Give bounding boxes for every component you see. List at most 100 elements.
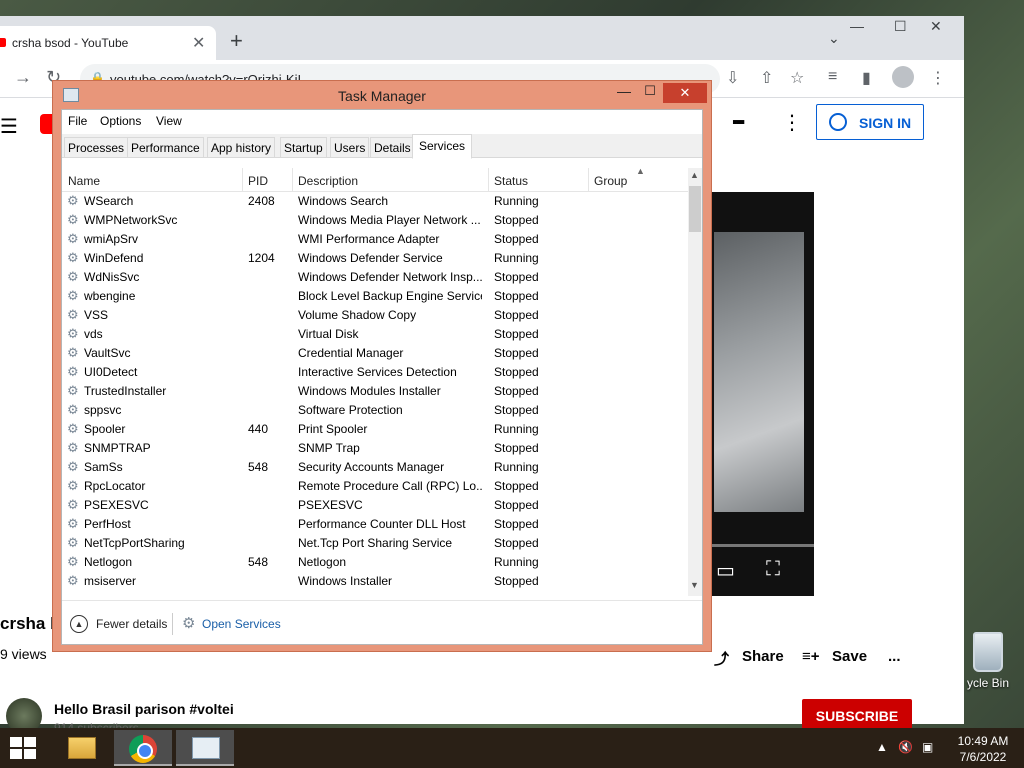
service-name: RpcLocator <box>84 479 146 493</box>
tab-close-icon[interactable]: ✕ <box>192 33 205 53</box>
save-icon[interactable]: ≡+ <box>802 648 820 665</box>
channel-name[interactable]: Hello Brasil parison #voltei <box>54 701 234 717</box>
menu-file[interactable]: File <box>68 114 87 128</box>
table-row[interactable]: ⚙ Spooler 440 Print Spooler Running <box>62 420 688 439</box>
tab-app-history[interactable]: App history <box>207 137 276 158</box>
bookmark-star-icon[interactable]: ☆ <box>790 68 804 88</box>
clock-time[interactable]: 10:49 AM <box>954 734 1012 748</box>
share-icon[interactable]: ⤴ <box>714 648 729 669</box>
apps-grid-icon[interactable]: ▪▪▪ <box>732 114 745 132</box>
table-row[interactable]: ⚙ VaultSvc Credential Manager Stopped <box>62 344 688 363</box>
fullscreen-icon[interactable]: ⛶ <box>766 558 780 581</box>
scrollbar-thumb[interactable] <box>689 186 701 232</box>
table-row[interactable]: ⚙ PerfHost Performance Counter DLL Host Sto… <box>62 515 688 534</box>
column-divider[interactable] <box>242 168 243 192</box>
theater-mode-icon[interactable]: ▭ <box>716 558 735 583</box>
browser-menu-icon[interactable]: ⋮ <box>930 68 946 88</box>
share-icon[interactable]: ⇧ <box>760 68 773 88</box>
open-services-link[interactable]: Open Services <box>202 617 281 631</box>
column-divider[interactable] <box>292 168 293 192</box>
table-row[interactable]: ⚙ sppsvc Software Protection Stopped <box>62 401 688 420</box>
taskbar-task-manager[interactable] <box>176 730 234 766</box>
tab-users[interactable]: Users <box>330 137 370 158</box>
new-tab-button[interactable]: + <box>230 28 243 54</box>
table-row[interactable]: ⚙ WSearch 2408 Windows Search Running <box>62 192 688 211</box>
table-row[interactable]: ⚙ UI0Detect Interactive Services Detection… <box>62 363 688 382</box>
forward-arrow-icon[interactable]: → <box>14 67 32 88</box>
scroll-up-arrow-icon[interactable]: ▲ <box>690 170 699 180</box>
table-row[interactable]: ⚙ wbengine Block Level Backup Engine Servi… <box>62 287 688 306</box>
table-row[interactable]: ⚙ msiserver Windows Installer Stopped <box>62 572 688 591</box>
tab-processes[interactable]: Processes <box>64 137 129 158</box>
column-header-description[interactable]: Description <box>298 174 358 188</box>
side-panel-icon[interactable]: ▮ <box>862 68 871 88</box>
table-row[interactable]: ⚙ wmiApSrv WMI Performance Adapter Stopped <box>62 230 688 249</box>
table-row[interactable]: ⚙ WinDefend 1204 Windows Defender Service Ru… <box>62 249 688 268</box>
tab-startup[interactable]: Startup <box>280 137 327 158</box>
table-row[interactable]: ⚙ WdNisSvc Windows Defender Network Insp..… <box>62 268 688 287</box>
tab-performance[interactable]: Performance <box>127 137 204 158</box>
service-description: WMI Performance Adapter <box>298 232 440 246</box>
hamburger-menu-icon[interactable]: ☰ <box>0 114 18 139</box>
share-button[interactable]: Share <box>742 648 784 665</box>
taskbar-file-explorer[interactable] <box>52 730 110 766</box>
service-gear-icon: ⚙ <box>67 345 79 360</box>
taskbar-chrome[interactable] <box>114 730 172 766</box>
menu-view[interactable]: View <box>156 114 182 128</box>
video-frame <box>714 232 804 512</box>
service-status: Stopped <box>494 327 539 341</box>
table-row[interactable]: ⚙ Netlogon 548 Netlogon Running <box>62 553 688 572</box>
tab-details[interactable]: Details <box>370 137 415 158</box>
install-icon[interactable]: ⇩ <box>726 68 739 88</box>
browser-tab[interactable]: crsha bsod - YouTube ✕ <box>0 26 216 60</box>
media-queue-icon[interactable]: ≡ <box>828 68 837 86</box>
table-row[interactable]: ⚙ WMPNetworkSvc Windows Media Player Netwo… <box>62 211 688 230</box>
table-row[interactable]: ⚙ RpcLocator Remote Procedure Call (RPC) L… <box>62 477 688 496</box>
tab-services[interactable]: Services <box>412 134 473 159</box>
browser-close-button[interactable]: ✕ <box>930 18 942 35</box>
volume-muted-icon[interactable]: 🔇 <box>898 740 913 754</box>
vertical-scrollbar[interactable]: ▲ ▼ <box>688 168 702 596</box>
service-name: PSEXESVC <box>84 498 149 512</box>
column-divider[interactable] <box>488 168 489 192</box>
table-row[interactable]: ⚙ PSEXESVC PSEXESVC Stopped <box>62 496 688 515</box>
task-manager-titlebar[interactable]: Task Manager — ☐ ✕ <box>53 81 711 109</box>
table-row[interactable]: ⚙ vds Virtual Disk Stopped <box>62 325 688 344</box>
menu-options[interactable]: Options <box>100 114 141 128</box>
table-row[interactable]: ⚙ SNMPTRAP SNMP Trap Stopped <box>62 439 688 458</box>
save-button[interactable]: Save <box>832 648 867 665</box>
table-row[interactable]: ⚙ NetTcpPortSharing Net.Tcp Port Sharing S… <box>62 534 688 553</box>
recycle-bin[interactable]: ycle Bin <box>958 632 1018 690</box>
service-gear-icon: ⚙ <box>67 326 79 341</box>
tray-overflow-chevron-icon[interactable]: ▲ <box>876 740 888 754</box>
scroll-down-arrow-icon[interactable]: ▼ <box>690 580 699 590</box>
video-player[interactable]: ▭ ⛶ <box>700 192 814 596</box>
task-manager-window: Task Manager — ☐ ✕ File Options View Pro… <box>52 80 712 652</box>
browser-maximize-button[interactable]: ☐ <box>894 18 907 35</box>
table-row[interactable]: ⚙ TrustedInstaller Windows Modules Install… <box>62 382 688 401</box>
column-header-name[interactable]: Name <box>68 174 100 188</box>
sign-in-button[interactable]: SIGN IN <box>816 104 924 140</box>
table-row[interactable]: ⚙ VSS Volume Shadow Copy Stopped <box>62 306 688 325</box>
column-divider[interactable] <box>588 168 589 192</box>
tab-search-chevron-icon[interactable]: ⌄ <box>828 30 840 47</box>
service-name: WMPNetworkSvc <box>84 213 178 227</box>
start-button-windows-icon[interactable] <box>10 737 38 761</box>
column-header-status[interactable]: Status <box>494 174 528 188</box>
browser-minimize-button[interactable]: — <box>850 18 864 34</box>
settings-kebab-icon[interactable]: ⋮ <box>782 110 802 135</box>
column-header-group[interactable]: Group <box>594 174 627 188</box>
table-row[interactable]: ⚙ SamSs 548 Security Accounts Manager Runnin… <box>62 458 688 477</box>
network-icon[interactable]: ▣ <box>922 740 933 754</box>
chevron-up-circle-icon[interactable]: ▲ <box>70 615 88 633</box>
video-progress-bar[interactable] <box>700 544 814 547</box>
more-actions-button[interactable]: ... <box>888 648 901 665</box>
fewer-details-button[interactable]: Fewer details <box>96 617 167 631</box>
minimize-button[interactable]: — <box>611 83 637 99</box>
profile-avatar-icon[interactable] <box>892 66 914 88</box>
column-header-pid[interactable]: PID <box>248 174 268 188</box>
close-button[interactable]: ✕ <box>663 83 707 103</box>
taskbar: ▲ 🔇 ▣ 10:49 AM 7/6/2022 <box>0 728 1024 768</box>
clock-date[interactable]: 7/6/2022 <box>954 750 1012 764</box>
maximize-button[interactable]: ☐ <box>637 83 663 99</box>
